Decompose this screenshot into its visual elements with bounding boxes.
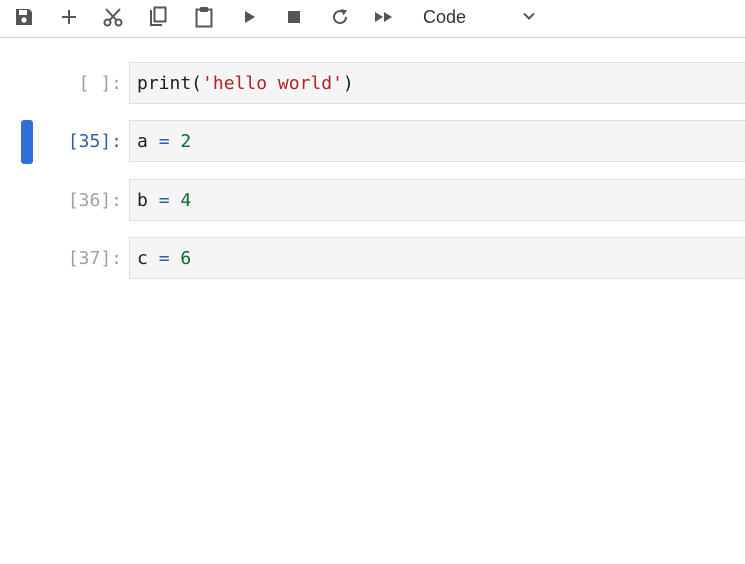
plus-icon: [62, 10, 76, 24]
code-token: =: [158, 131, 170, 152]
cell-editor[interactable]: a = 2: [129, 120, 745, 162]
interrupt-button[interactable]: [279, 3, 309, 31]
play-icon: [245, 11, 255, 23]
code-cell[interactable]: [ ]: print('hello world'): [0, 62, 745, 106]
cell-prompt: [35]:: [67, 131, 122, 152]
code-token: print(: [137, 73, 203, 94]
cell-prompt: [37]:: [67, 248, 122, 269]
cell-type-label: Code: [423, 7, 467, 27]
save-icon: [16, 9, 32, 25]
copy-button[interactable]: [143, 3, 173, 31]
code-token: b: [137, 190, 159, 211]
restart-button[interactable]: [325, 3, 355, 31]
scissors-icon: [103, 8, 123, 27]
paste-button[interactable]: [189, 3, 219, 31]
code-cell-active[interactable]: [35]: a = 2: [0, 120, 745, 164]
fast-forward-icon: [375, 12, 392, 22]
cut-button[interactable]: [98, 3, 128, 31]
cell-editor[interactable]: b = 4: [129, 179, 745, 221]
save-button[interactable]: [9, 3, 39, 31]
cell-code: c = 6: [137, 249, 191, 269]
insert-cell-button[interactable]: [54, 3, 84, 31]
copy-icon: [150, 6, 167, 26]
chevron-down-icon: [523, 12, 535, 20]
cell-code: print('hello world'): [137, 74, 354, 94]
notebook-toolbar: Code: [0, 0, 745, 38]
code-cell[interactable]: [37]: c = 6: [0, 237, 745, 281]
code-token: c: [137, 248, 159, 269]
code-token: 6: [180, 248, 192, 269]
code-token: a: [137, 131, 159, 152]
run-button[interactable]: [235, 3, 265, 31]
refresh-icon: [333, 9, 348, 25]
code-token: 'hello world': [202, 73, 343, 94]
code-token: ): [342, 73, 354, 94]
active-cell-indicator: [21, 120, 33, 164]
code-token: 4: [180, 190, 192, 211]
cell-editor[interactable]: c = 6: [129, 237, 745, 279]
code-token: =: [158, 190, 170, 211]
code-token: =: [158, 248, 170, 269]
restart-run-all-button[interactable]: [369, 3, 399, 31]
cell-code: a = 2: [137, 132, 191, 152]
stop-icon: [288, 11, 300, 23]
cell-type-dropdown[interactable]: Code: [412, 3, 544, 31]
cell-editor[interactable]: print('hello world'): [129, 62, 745, 104]
notebook-panel: [ ]: print('hello world') [35]: a = 2 [3…: [0, 38, 745, 564]
cell-prompt: [36]:: [67, 190, 122, 211]
cell-code: b = 4: [137, 191, 191, 211]
clipboard-icon: [195, 7, 213, 28]
code-token: 2: [180, 131, 192, 152]
cell-prompt: [ ]:: [78, 73, 122, 94]
code-cell[interactable]: [36]: b = 4: [0, 179, 745, 223]
